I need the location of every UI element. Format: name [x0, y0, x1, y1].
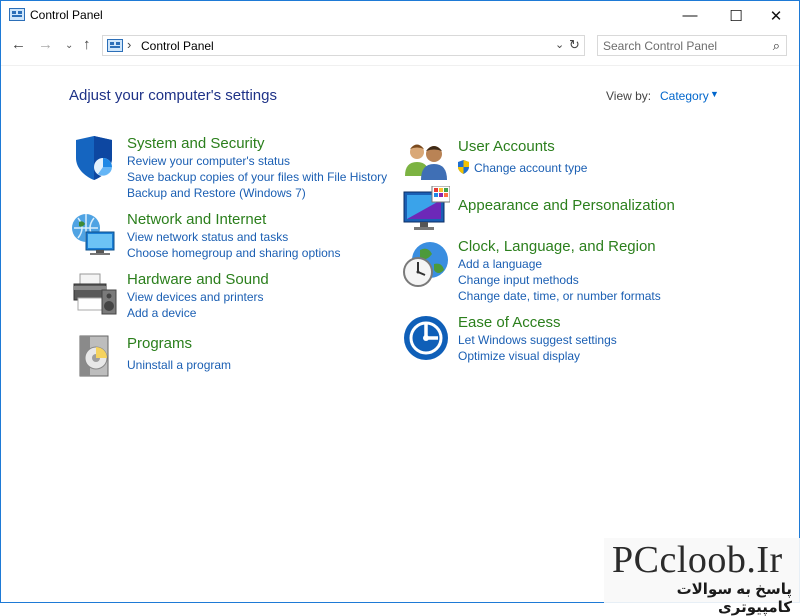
review-status-link[interactable]: Review your computer's status: [127, 154, 290, 168]
add-language-link[interactable]: Add a language: [458, 257, 542, 271]
up-button[interactable]: ↑: [83, 36, 91, 53]
clock-language-region-title[interactable]: Clock, Language, and Region: [458, 238, 656, 255]
user-accounts-title[interactable]: User Accounts: [458, 138, 555, 155]
view-by-label: View by:: [606, 89, 652, 103]
programs-title[interactable]: Programs: [127, 335, 192, 352]
add-device-link[interactable]: Add a device: [127, 306, 196, 320]
refresh-button[interactable]: ↻: [569, 37, 580, 53]
window-title: Control Panel: [30, 8, 103, 22]
input-methods-link[interactable]: Change input methods: [458, 273, 579, 287]
ease-of-access-title[interactable]: Ease of Access: [458, 314, 561, 331]
network-status-link[interactable]: View network status and tasks: [127, 230, 288, 244]
devices-printers-link[interactable]: View devices and printers: [127, 290, 264, 304]
system-security-title[interactable]: System and Security: [127, 135, 265, 152]
homegroup-sharing-link[interactable]: Choose homegroup and sharing options: [127, 246, 340, 260]
programs-icon[interactable]: [70, 332, 118, 380]
uac-shield-icon: [458, 160, 469, 174]
date-time-formats-link[interactable]: Change date, time, or number formats: [458, 289, 661, 303]
monitor-palette-icon[interactable]: [402, 186, 450, 234]
watermark-title: PCcloob.Ir: [612, 539, 783, 581]
shield-icon[interactable]: [70, 134, 118, 182]
address-bar[interactable]: › Control Panel ⌄ ↻: [102, 35, 585, 56]
minimize-button[interactable]: —: [667, 1, 713, 30]
recent-locations-button[interactable]: ⌄: [65, 40, 73, 51]
title-bar: Control Panel — ☐ ✕: [1, 1, 799, 30]
navigation-bar: ← → ⌄ ↑ › Control Panel ⌄ ↻ Search Contr…: [1, 32, 799, 60]
watermark-subtitle: پاسخ به سوالات کامپیوتری: [676, 581, 792, 616]
divider: [1, 65, 799, 66]
close-button[interactable]: ✕: [753, 1, 799, 30]
address-dropdown-button[interactable]: ⌄: [555, 38, 564, 51]
ease-of-access-icon[interactable]: [402, 314, 450, 362]
users-icon[interactable]: [402, 136, 450, 184]
breadcrumb-separator[interactable]: ›: [127, 37, 131, 52]
page-title: Adjust your computer's settings: [69, 87, 277, 104]
change-account-type-link[interactable]: Change account type: [474, 161, 587, 175]
clock-globe-icon[interactable]: [402, 240, 450, 288]
search-placeholder: Search Control Panel: [603, 39, 718, 53]
view-by-dropdown[interactable]: Category: [660, 89, 709, 103]
network-globe-icon[interactable]: [70, 210, 118, 258]
network-internet-title[interactable]: Network and Internet: [127, 211, 266, 228]
hardware-sound-title[interactable]: Hardware and Sound: [127, 271, 269, 288]
appearance-personalization-title[interactable]: Appearance and Personalization: [458, 197, 675, 214]
uninstall-program-link[interactable]: Uninstall a program: [127, 358, 231, 372]
windows-suggest-link[interactable]: Let Windows suggest settings: [458, 333, 617, 347]
control-panel-icon: [107, 39, 123, 52]
printer-speaker-icon[interactable]: [70, 270, 118, 318]
back-button[interactable]: ←: [11, 36, 26, 53]
breadcrumb-control-panel[interactable]: Control Panel: [141, 39, 214, 53]
search-input[interactable]: Search Control Panel ⌕: [597, 35, 787, 56]
watermark: PCcloob.Ir پاسخ به سوالات کامپیوتری: [604, 538, 800, 616]
optimize-display-link[interactable]: Optimize visual display: [458, 349, 580, 363]
chevron-down-icon[interactable]: ▼: [710, 89, 719, 99]
file-history-link[interactable]: Save backup copies of your files with Fi…: [127, 170, 387, 184]
forward-button[interactable]: →: [38, 36, 53, 53]
search-icon[interactable]: ⌕: [773, 38, 780, 54]
control-panel-icon: [9, 8, 25, 21]
backup-restore-link[interactable]: Backup and Restore (Windows 7): [127, 186, 306, 200]
